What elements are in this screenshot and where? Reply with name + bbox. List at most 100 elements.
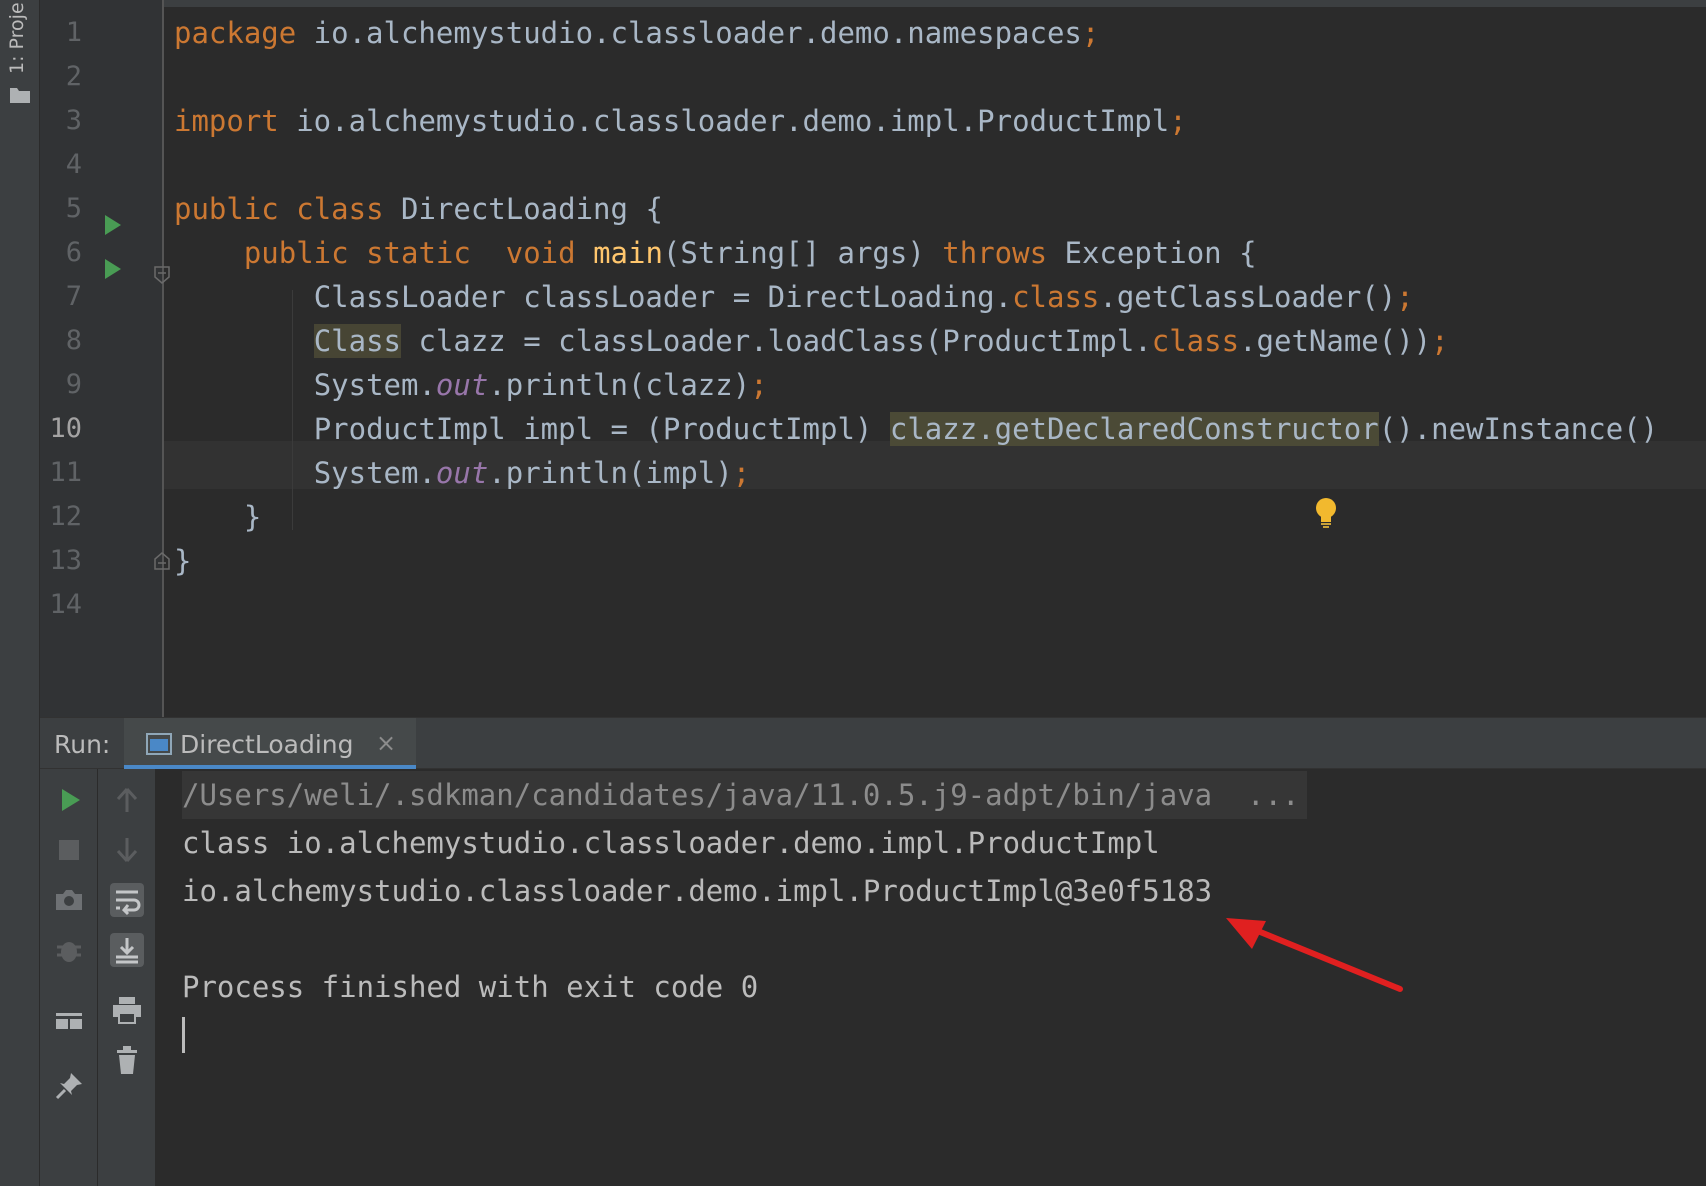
trash-icon[interactable] xyxy=(110,1043,144,1077)
code-line-9: System.out.println(clazz); xyxy=(174,361,768,409)
code-text: } xyxy=(243,500,262,534)
code-line-3: import io.alchemystudio.classloader.demo… xyxy=(174,97,1187,145)
code-line-11: System.out.println(impl); xyxy=(174,449,751,497)
project-tab-label: 1: Proje xyxy=(6,2,28,74)
code-line-6: public static void main(String[] args) t… xyxy=(174,229,1257,277)
annotation-arrow xyxy=(1226,918,1403,992)
line-number: 6 xyxy=(65,237,82,268)
run-label: Run: xyxy=(54,730,111,759)
run-tool-window-header: Run: DirectLoading × xyxy=(40,717,1706,770)
run-tab-directloading[interactable]: DirectLoading × xyxy=(124,718,416,770)
code-text: .println(clazz) xyxy=(488,368,751,402)
keyword: public xyxy=(243,236,349,270)
editor-tab-strip xyxy=(40,0,1706,7)
tool-window-strip: 1: Proje xyxy=(0,0,40,1186)
project-tool-tab[interactable]: 1: Proje xyxy=(0,0,40,105)
code-text: (String[] args) xyxy=(662,236,943,270)
keyword: throws xyxy=(942,236,1048,270)
run-class-gutter-icon[interactable] xyxy=(105,215,121,235)
gutter-divider xyxy=(162,0,164,717)
text-cursor xyxy=(182,1017,185,1053)
code-text: DirectLoading { xyxy=(383,192,663,226)
console-command-line[interactable]: /Users/weli/.sdkman/candidates/java/11.0… xyxy=(182,771,1308,819)
keyword: class xyxy=(1151,324,1240,358)
run-tab-label: DirectLoading xyxy=(180,730,354,759)
console-line: Process finished with exit code 0 xyxy=(182,970,759,1004)
code-text: ProductImpl impl = (ProductImpl) xyxy=(313,412,890,446)
line-number: 5 xyxy=(65,193,82,224)
code-text: io.alchemystudio.classloader.demo.namesp… xyxy=(296,16,1082,50)
fold-open-icon[interactable] xyxy=(153,266,171,284)
code-line-1: package io.alchemystudio.classloader.dem… xyxy=(174,9,1099,57)
console-output[interactable]: /Users/weli/.sdkman/candidates/java/11.0… xyxy=(156,769,1706,1186)
code-text: .println(impl) xyxy=(488,456,733,490)
stop-icon[interactable] xyxy=(52,833,86,867)
console-line: class io.alchemystudio.classloader.demo.… xyxy=(182,826,1160,860)
code-line-5: public class DirectLoading { xyxy=(174,185,663,233)
method-name: main xyxy=(593,236,663,270)
warning-highlight: clazz.getDeclaredConstructor xyxy=(889,412,1379,446)
line-number: 1 xyxy=(65,17,82,48)
semicolon: ; xyxy=(732,456,751,490)
semicolon: ; xyxy=(1081,16,1100,50)
arrow-down-icon[interactable] xyxy=(110,833,144,867)
lightbulb-icon[interactable] xyxy=(1313,497,1339,529)
code-line-10: ProductImpl impl = (ProductImpl) clazz.g… xyxy=(174,405,1658,453)
code-text: System. xyxy=(313,368,436,402)
layout-icon[interactable] xyxy=(52,1005,86,1039)
keyword: class xyxy=(1012,280,1100,314)
keyword: public xyxy=(174,192,279,226)
code-text: Exception { xyxy=(1047,236,1257,270)
keyword: package xyxy=(174,16,297,50)
highlighted-usage: Class xyxy=(313,324,401,358)
line-number: 14 xyxy=(49,589,82,620)
line-number: 2 xyxy=(65,61,82,92)
line-number: 11 xyxy=(49,457,82,488)
code-text: ClassLoader classLoader = DirectLoading. xyxy=(313,280,1013,314)
code-line-12: } xyxy=(174,493,261,541)
soft-wrap-icon[interactable] xyxy=(110,883,144,917)
console-icon xyxy=(146,733,172,755)
code-text: clazz = classLoader.loadClass(ProductImp… xyxy=(401,324,1152,358)
line-number: 13 xyxy=(49,545,82,576)
line-number: 3 xyxy=(65,105,82,136)
line-number: 9 xyxy=(65,369,82,400)
line-number: 8 xyxy=(65,325,82,356)
code-text: } xyxy=(174,544,192,578)
line-number: 7 xyxy=(65,281,82,312)
print-icon[interactable] xyxy=(110,993,144,1027)
code-editor[interactable]: 1 2 3 4 5 6 7 8 9 10 11 12 13 14 package… xyxy=(40,0,1706,717)
keyword: void xyxy=(505,236,576,270)
arrow-up-icon[interactable] xyxy=(110,783,144,817)
code-line-13: } xyxy=(174,537,191,585)
pin-icon[interactable] xyxy=(52,1069,86,1103)
code-text: System. xyxy=(313,456,436,490)
static-field: out xyxy=(435,368,489,402)
static-field: out xyxy=(435,456,489,490)
code-text: io.alchemystudio.classloader.demo.impl.P… xyxy=(278,104,1170,138)
console-line: io.alchemystudio.classloader.demo.impl.P… xyxy=(182,874,1213,908)
keyword: static xyxy=(366,236,471,270)
fold-close-icon[interactable] xyxy=(153,552,171,570)
keyword: import xyxy=(174,104,279,138)
rerun-icon[interactable] xyxy=(52,783,86,817)
semicolon: ; xyxy=(1169,104,1187,138)
close-icon[interactable]: × xyxy=(376,729,396,757)
semicolon: ; xyxy=(750,368,768,402)
keyword: class xyxy=(296,192,384,226)
code-text: .getClassLoader() xyxy=(1099,280,1397,314)
camera-icon[interactable] xyxy=(52,883,86,917)
debug-icon[interactable] xyxy=(52,933,86,967)
scroll-to-end-icon[interactable] xyxy=(110,933,144,967)
run-toolbar-primary xyxy=(40,769,98,1186)
code-line-7: ClassLoader classLoader = DirectLoading.… xyxy=(174,273,1414,321)
line-number: 4 xyxy=(65,149,82,180)
line-number: 12 xyxy=(49,501,82,532)
line-number-active: 10 xyxy=(49,413,82,444)
run-main-gutter-icon[interactable] xyxy=(105,259,121,279)
run-toolbar-secondary xyxy=(98,769,156,1186)
folder-icon xyxy=(10,88,30,103)
semicolon: ; xyxy=(1396,280,1414,314)
code-line-8: Class clazz = classLoader.loadClass(Prod… xyxy=(174,317,1449,365)
code-text: .getName()) xyxy=(1239,324,1432,358)
